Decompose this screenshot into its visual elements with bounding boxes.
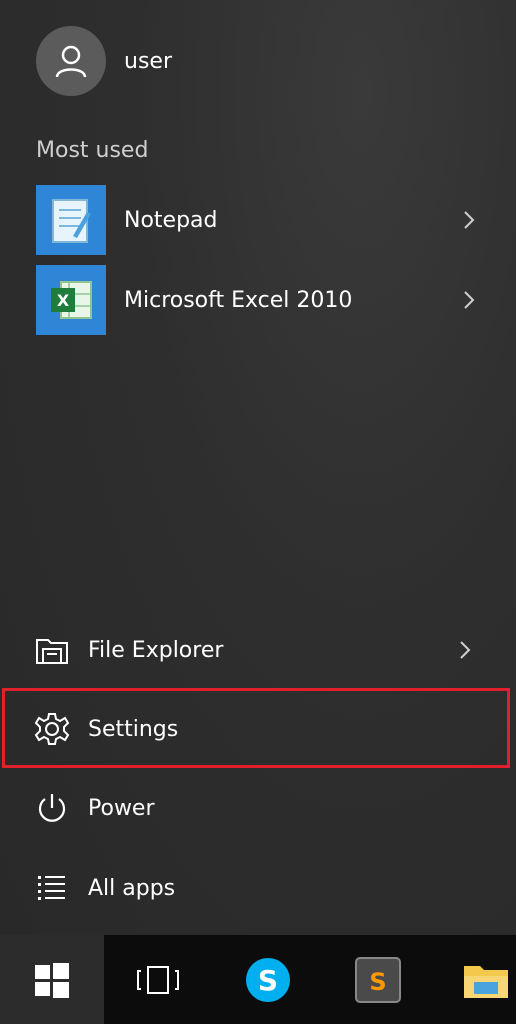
menu-item-power[interactable]: Power bbox=[32, 778, 472, 838]
taskbar: S S bbox=[0, 935, 516, 1024]
app-label-notepad: Notepad bbox=[124, 207, 218, 233]
chevron-right-icon[interactable] bbox=[462, 289, 476, 311]
settings-highlight-box bbox=[2, 688, 510, 768]
menu-label-file-explorer: File Explorer bbox=[88, 637, 224, 663]
app-item-excel[interactable]: X Microsoft Excel 2010 bbox=[36, 264, 476, 336]
task-view-icon[interactable] bbox=[118, 935, 198, 1024]
user-avatar-icon bbox=[36, 26, 106, 96]
power-icon bbox=[32, 788, 72, 828]
chevron-right-icon[interactable] bbox=[462, 209, 476, 231]
sublime-text-icon[interactable]: S bbox=[338, 935, 418, 1024]
app-item-notepad[interactable]: Notepad bbox=[36, 184, 476, 256]
menu-item-all-apps[interactable]: All apps bbox=[32, 858, 472, 918]
notepad-icon bbox=[36, 185, 106, 255]
file-explorer-icon bbox=[32, 630, 72, 670]
skype-icon[interactable]: S bbox=[228, 935, 308, 1024]
app-label-excel: Microsoft Excel 2010 bbox=[124, 287, 353, 313]
all-apps-icon bbox=[32, 868, 72, 908]
excel-icon: X bbox=[36, 265, 106, 335]
menu-item-file-explorer[interactable]: File Explorer bbox=[32, 620, 472, 680]
file-explorer-icon[interactable] bbox=[446, 935, 516, 1024]
start-menu: user Most used Notepad X Microsoft Excel… bbox=[0, 0, 516, 935]
windows-start-icon[interactable] bbox=[0, 935, 104, 1024]
chevron-right-icon[interactable] bbox=[458, 639, 472, 661]
user-name: user bbox=[124, 48, 172, 74]
menu-label-power: Power bbox=[88, 795, 155, 821]
user-account[interactable]: user bbox=[36, 26, 496, 96]
most-used-heading: Most used bbox=[36, 138, 149, 163]
svg-text:S: S bbox=[369, 968, 386, 996]
svg-text:X: X bbox=[57, 291, 70, 310]
menu-label-all-apps: All apps bbox=[88, 875, 176, 901]
svg-text:S: S bbox=[258, 964, 278, 997]
